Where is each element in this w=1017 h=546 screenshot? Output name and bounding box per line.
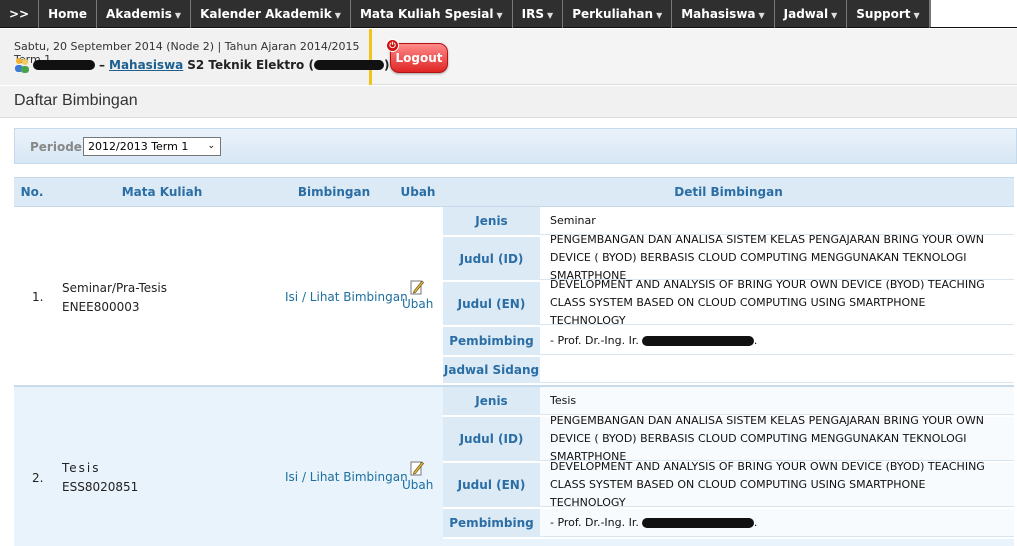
nav-item-mata-kuliah-spesial[interactable]: Mata Kuliah Spesial ▼ xyxy=(351,0,513,28)
nav-item-irs[interactable]: IRS ▼ xyxy=(513,0,564,28)
ubah-button[interactable]: Ubah xyxy=(402,279,434,311)
page-title: Daftar Bimbingan xyxy=(0,86,1017,118)
detail-value: DEVELOPMENT AND ANALYSIS OF BRING YOUR O… xyxy=(540,460,1014,509)
detail-row-judul-id: Judul (ID) PENGEMBANGAN DAN ANALISA SIST… xyxy=(443,414,1014,463)
power-icon: ⏻ xyxy=(386,39,399,52)
separator: – xyxy=(99,58,105,72)
col-mata-kuliah: Mata Kuliah xyxy=(121,185,203,199)
detail-value xyxy=(540,357,1014,383)
edit-icon xyxy=(410,280,424,295)
nav-label: Mata Kuliah Spesial xyxy=(359,7,494,21)
chevron-down-icon: ⌄ xyxy=(207,141,215,151)
table-header: No. Mata Kuliah Bimbingan Ubah Detil Bim… xyxy=(14,177,1014,207)
ubah-label: Ubah xyxy=(402,478,434,492)
col-no: No. xyxy=(20,185,44,199)
course-name: Tesis xyxy=(62,461,101,475)
periode-select[interactable]: 2012/2013 Term 1 ⌄ xyxy=(83,137,221,156)
caret-down-icon: ▼ xyxy=(758,11,765,20)
isi-lihat-bimbingan-link[interactable]: Isi / Lihat Bimbingan xyxy=(285,290,408,304)
nav-label: IRS xyxy=(521,7,545,21)
caret-down-icon: ▼ xyxy=(174,11,182,20)
detail-block: Jenis Tesis Judul (ID) PENGEMBANGAN DAN … xyxy=(443,387,1014,546)
nav-toggle[interactable]: >> xyxy=(0,0,40,28)
isi-lihat-bimbingan-link[interactable]: Isi / Lihat Bimbingan xyxy=(285,470,408,484)
periode-label: Periode xyxy=(30,140,82,154)
table-row: 2. Tesis ESS8020851 Isi / Lihat Bimbinga… xyxy=(14,387,1014,546)
caret-down-icon: ▼ xyxy=(656,11,663,20)
course-name: Seminar/Pra-Tesis xyxy=(62,281,168,295)
redacted-id xyxy=(313,60,384,70)
pembimbing-prefix: - Prof. Dr.-Ing. Ir. xyxy=(550,333,639,347)
nav-label: Akademis xyxy=(106,7,172,21)
ubah-label: Ubah xyxy=(402,297,434,311)
nav-item-perkuliahan[interactable]: Perkuliahan ▼ xyxy=(563,0,673,28)
detail-label: Pembimbing xyxy=(443,509,540,537)
detail-row-judul-en: Judul (EN) DEVELOPMENT AND ANALYSIS OF B… xyxy=(443,460,1014,509)
nav-item-home[interactable]: Home xyxy=(39,0,98,28)
pembimbing-prefix: - Prof. Dr.-Ing. Ir. xyxy=(550,515,639,529)
detail-row-pembimbing: Pembimbing - Prof. Dr.-Ing. Ir. . xyxy=(443,509,1014,539)
detail-label: Judul (EN) xyxy=(443,463,540,507)
detail-label: Judul (ID) xyxy=(443,237,540,280)
caret-down-icon: ▼ xyxy=(831,11,838,20)
detail-label: Pembimbing xyxy=(443,327,540,355)
program-label: S2 Teknik Elektro ( xyxy=(187,58,314,72)
caret-down-icon: ▼ xyxy=(547,11,554,20)
table-row: 1. Seminar/Pra-Tesis ENEE800003 Isi / Li… xyxy=(14,207,1014,385)
user-line: – Mahasiswa S2 Teknik Elektro ( ) xyxy=(14,57,389,73)
edit-icon xyxy=(410,461,424,476)
detail-value: - Prof. Dr.-Ing. Ir. . xyxy=(540,509,1014,537)
users-icon xyxy=(14,57,30,73)
detail-label: Jenis xyxy=(443,387,540,415)
detail-label: Judul (EN) xyxy=(443,282,540,325)
nav-label: Mahasiswa xyxy=(681,7,756,21)
detail-value: PENGEMBANGAN DAN ANALISA SISTEM KELAS PE… xyxy=(540,233,1014,282)
row-number: 1. xyxy=(32,290,44,304)
course-code: ENEE800003 xyxy=(62,300,140,314)
nav-label: Perkuliahan xyxy=(572,7,654,21)
nav-spacer xyxy=(929,0,1017,27)
nav-label: Home xyxy=(48,7,88,21)
program-close: ) xyxy=(383,58,390,72)
detail-row-pembimbing: Pembimbing - Prof. Dr.-Ing. Ir. . xyxy=(443,327,1014,357)
detail-label: Jadwal Sidang xyxy=(443,357,540,383)
nav-label: Kalender Akademik xyxy=(200,7,332,21)
col-ubah: Ubah xyxy=(400,185,436,199)
detail-value: PENGEMBANGAN DAN ANALISA SISTEM KELAS PE… xyxy=(540,414,1014,463)
detail-value: DEVELOPMENT AND ANALYSIS OF BRING YOUR O… xyxy=(540,278,1014,327)
nav-item-akademis[interactable]: Akademis ▼ xyxy=(97,0,192,28)
row-number: 2. xyxy=(32,471,44,485)
nav-item-jadwal[interactable]: Jadwal ▼ xyxy=(775,0,848,28)
detail-label: Jenis xyxy=(443,207,540,235)
redacted-name xyxy=(33,60,95,70)
nav-label: Support xyxy=(856,7,911,21)
detail-row-jadwal-sidang: Jadwal Sidang xyxy=(443,357,1014,385)
logout-label: Logout xyxy=(395,51,443,65)
nav-item-support[interactable]: Support ▼ xyxy=(847,0,930,28)
ubah-button[interactable]: Ubah xyxy=(402,460,434,492)
col-detil: Detil Bimbingan xyxy=(674,185,783,199)
detail-value: - Prof. Dr.-Ing. Ir. . xyxy=(540,327,1014,355)
logout-button[interactable]: ⏻ Logout xyxy=(386,39,448,73)
caret-down-icon: ▼ xyxy=(334,11,341,20)
periode-value: 2012/2013 Term 1 xyxy=(88,140,189,153)
nav-label: Jadwal xyxy=(783,7,829,21)
role-link[interactable]: Mahasiswa xyxy=(109,58,183,72)
nav-item-mahasiswa[interactable]: Mahasiswa ▼ xyxy=(672,0,775,28)
redacted-supervisor xyxy=(641,517,754,528)
nav-item-kalender-akademik[interactable]: Kalender Akademik ▼ xyxy=(191,0,351,28)
top-nav: >> Home Akademis ▼ Kalender Akademik ▼ Mat… xyxy=(0,0,1017,28)
user-header: Sabtu, 20 September 2014 (Node 2) | Tahu… xyxy=(0,29,1017,85)
detail-label: Judul (ID) xyxy=(443,417,540,461)
caret-down-icon: ▼ xyxy=(913,11,920,20)
course-code: ESS8020851 xyxy=(62,480,139,494)
user-info-panel: Sabtu, 20 September 2014 (Node 2) | Tahu… xyxy=(0,29,389,85)
filter-bar: Periode 2012/2013 Term 1 ⌄ xyxy=(14,128,1017,164)
col-bimbingan: Bimbingan xyxy=(297,185,371,199)
detail-block: Jenis Seminar Judul (ID) PENGEMBANGAN DA… xyxy=(443,207,1014,385)
detail-row-judul-en: Judul (EN) DEVELOPMENT AND ANALYSIS OF B… xyxy=(443,278,1014,327)
redacted-supervisor xyxy=(641,335,754,346)
caret-down-icon: ▼ xyxy=(496,11,503,20)
